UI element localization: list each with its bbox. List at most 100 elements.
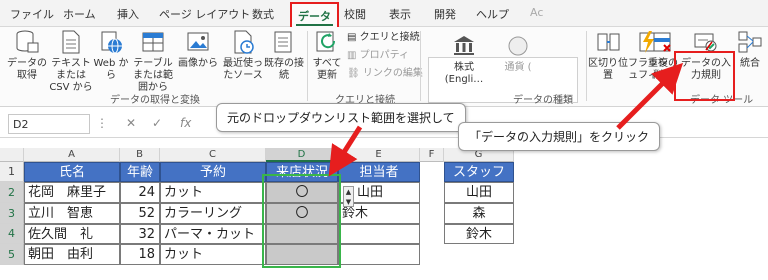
row-header-3[interactable]: 3 xyxy=(0,203,24,224)
callout-click-validation: 「データの入力規則」をクリック xyxy=(458,122,661,151)
recent-sources-icon xyxy=(230,29,256,55)
from-picture-button[interactable]: 画像から xyxy=(178,29,218,70)
currencies-label: 通貨 ( xyxy=(504,62,532,73)
table-cell-age[interactable]: 52 xyxy=(120,203,160,224)
database-icon xyxy=(14,29,40,55)
table-cell-age[interactable]: 32 xyxy=(120,224,160,244)
table-cell-name[interactable]: 立川 智恵 xyxy=(24,203,120,224)
column-header-e[interactable]: E xyxy=(338,148,420,162)
queries-connections-label: クエリと接続 xyxy=(359,32,420,43)
picture-icon xyxy=(185,29,211,55)
tab-help[interactable]: ヘルプ xyxy=(476,6,509,24)
queries-connections-button[interactable]: ▤ クエリと接続 xyxy=(347,31,420,45)
table-cell-reservation[interactable]: カット xyxy=(160,182,266,203)
remove-duplicates-icon xyxy=(650,29,676,55)
tab-review[interactable]: 校閲 xyxy=(344,6,366,24)
tab-developer[interactable]: 開発 xyxy=(434,6,456,24)
header-cell-staff[interactable]: 担当者 xyxy=(338,162,420,182)
table-cell-age[interactable]: 24 xyxy=(120,182,160,203)
group-datatypes-label: データの種類 xyxy=(513,95,573,106)
header-cell-name[interactable]: 氏名 xyxy=(24,162,120,182)
row-header-4[interactable]: 4 xyxy=(0,224,24,244)
table-cell-reservation[interactable]: カラーリング xyxy=(160,203,266,224)
enter-icon[interactable]: ✓ xyxy=(152,116,162,130)
header-cell-reservation[interactable]: 予約 xyxy=(160,162,266,182)
staff-list-cell[interactable]: 森 xyxy=(444,203,514,224)
table-cell-name[interactable]: 佐久間 礼 xyxy=(24,224,120,244)
table-cell-reservation[interactable]: パーマ・カット xyxy=(160,224,266,244)
from-text-csv-button[interactable]: テキストまたは CSV から xyxy=(48,29,94,94)
more-icon: ⋮ xyxy=(96,116,108,130)
existing-connections-button[interactable]: 既存の接続 xyxy=(264,29,304,82)
currency-icon xyxy=(505,33,531,59)
column-header-d[interactable]: D xyxy=(266,148,338,162)
tab-home[interactable]: ホーム xyxy=(63,6,96,24)
tab-page-layout[interactable]: ページ レイアウト xyxy=(159,6,250,24)
tab-formulas[interactable]: 数式 xyxy=(252,6,274,24)
column-header-a[interactable]: A xyxy=(24,148,120,162)
currencies-button[interactable]: 通貨 ( xyxy=(498,33,538,74)
table-cell-reservation[interactable]: カット xyxy=(160,244,266,265)
refresh-icon xyxy=(314,29,340,55)
tab-file[interactable]: ファイル xyxy=(10,6,54,24)
table-cell-age[interactable]: 18 xyxy=(120,244,160,265)
group-separator xyxy=(420,31,421,101)
table-cell-name[interactable]: 花岡 麻里子 xyxy=(24,182,120,203)
get-data-label: データの取得 xyxy=(7,58,47,81)
group-get-transform-label: データの取得と変換 xyxy=(110,95,200,106)
dropdown-arrow-button[interactable]: ▲ ▼ xyxy=(343,186,354,207)
tab-data[interactable]: データ xyxy=(290,2,339,27)
text-to-columns-button[interactable]: 区切り位置 xyxy=(588,29,628,82)
from-web-button[interactable]: Web から xyxy=(92,29,130,82)
globe-icon xyxy=(98,29,124,55)
edit-links-label: リンクの編集 xyxy=(362,68,423,79)
insert-function-button[interactable]: fx xyxy=(180,116,191,130)
from-text-csv-label: テキストまたは CSV から xyxy=(49,58,93,93)
column-header-f[interactable]: F xyxy=(420,148,444,162)
staff-list-cell[interactable]: 山田 xyxy=(444,182,514,203)
tab-view[interactable]: 表示 xyxy=(389,6,411,24)
text-file-icon xyxy=(58,29,84,55)
refresh-all-label: すべて更新 xyxy=(312,58,342,81)
table-icon xyxy=(140,29,166,55)
row-header-5[interactable]: 5 xyxy=(0,244,24,265)
column-header-b[interactable]: B xyxy=(120,148,160,162)
stocks-label: 株式 (Engli… xyxy=(444,62,484,85)
table-cell-name[interactable]: 朝田 由利 xyxy=(24,244,120,265)
column-header-c[interactable]: C xyxy=(160,148,266,162)
callout-select-range: 元のドロップダウンリスト範囲を選択して xyxy=(216,103,466,132)
consolidate-button[interactable]: 統合 xyxy=(733,29,767,70)
group-separator xyxy=(586,31,587,101)
refresh-all-button[interactable]: すべて更新 xyxy=(308,29,346,82)
stocks-button[interactable]: 株式 (Engli… xyxy=(434,33,494,86)
text-to-columns-icon xyxy=(595,29,621,55)
text-to-columns-label: 区切り位置 xyxy=(588,58,628,81)
from-table-label: テーブルまたは範囲から xyxy=(133,58,173,93)
existing-connections-label: 既存の接続 xyxy=(264,58,304,81)
selected-range-highlight xyxy=(262,174,341,268)
recent-sources-button[interactable]: 最近使ったソース xyxy=(220,29,266,82)
get-data-button[interactable]: データの取得 xyxy=(4,29,50,82)
select-all-corner[interactable] xyxy=(0,148,24,162)
connections-icon xyxy=(271,29,297,55)
header-cell-age[interactable]: 年齢 xyxy=(120,162,160,182)
cancel-icon[interactable]: ✕ xyxy=(126,116,136,130)
recent-sources-label: 最近使ったソース xyxy=(223,58,263,81)
properties-label: プロパティ xyxy=(359,50,410,61)
name-box[interactable]: D2 xyxy=(8,114,90,134)
tab-insert[interactable]: 挿入 xyxy=(117,6,139,24)
header-cell-staff-list[interactable]: スタッフ xyxy=(444,162,514,182)
consolidate-icon xyxy=(737,29,763,55)
bank-icon xyxy=(451,33,477,59)
tab-acrobat[interactable]: Ac xyxy=(530,6,543,24)
table-cell-staff[interactable] xyxy=(338,224,420,244)
properties-button[interactable]: ▥ プロパティ xyxy=(347,49,409,63)
from-table-button[interactable]: テーブルまたは範囲から xyxy=(130,29,176,94)
ribbon-tab-bar: ファイル ホーム 挿入 ページ レイアウト 数式 データ 校閲 表示 開発 ヘル… xyxy=(0,0,768,27)
row-header-2[interactable]: 2 xyxy=(0,182,24,203)
staff-list-cell[interactable]: 鈴木 xyxy=(444,224,514,244)
edit-links-button[interactable]: ⛓ リンクの編集 xyxy=(347,67,423,81)
table-cell-staff[interactable] xyxy=(338,244,420,265)
row-header-1[interactable]: 1 xyxy=(0,162,24,182)
consolidate-label: 統合 xyxy=(740,58,760,69)
